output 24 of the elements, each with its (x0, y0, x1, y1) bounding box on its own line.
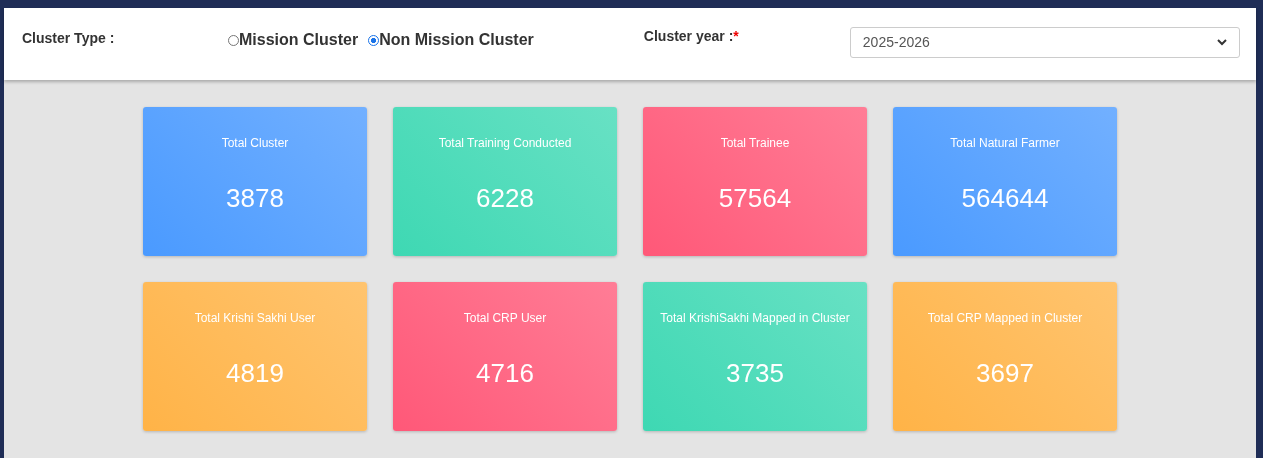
card-value: 4716 (476, 358, 534, 388)
card-title: Total Cluster (221, 137, 289, 152)
card-value: 3878 (226, 183, 284, 213)
card-title: Total Natural Farmer (950, 137, 1060, 152)
card-value: 564644 (961, 183, 1049, 213)
card-value: 57564 (718, 183, 792, 213)
card-title: Total Krishi Sakhi User (194, 312, 316, 327)
card-title: Total Trainee (720, 137, 790, 152)
card-value: 4819 (226, 358, 284, 388)
card-title: Total KrishiSakhi Mapped in Cluster (660, 312, 850, 327)
radio-icon[interactable] (368, 34, 380, 46)
card-title: Total CRP User (463, 312, 547, 327)
card-value: 6228 (476, 183, 534, 213)
cluster-type-label: Cluster Type : (22, 29, 116, 48)
year-select[interactable]: 2025-2026 (849, 27, 1240, 58)
card-value: 3697 (976, 358, 1034, 388)
cluster-year-label: Cluster year :* (643, 27, 740, 46)
radio-icon[interactable] (228, 34, 239, 46)
chevron-down-icon (1216, 39, 1227, 46)
radio-option[interactable]: Non Mission Cluster (368, 28, 534, 52)
card-value: 3735 (726, 358, 784, 388)
card-title: Total Training Conducted (438, 137, 572, 152)
card-title: Total CRP Mapped in Cluster (927, 312, 1083, 327)
radio-option[interactable]: Mission Cluster (228, 28, 359, 52)
